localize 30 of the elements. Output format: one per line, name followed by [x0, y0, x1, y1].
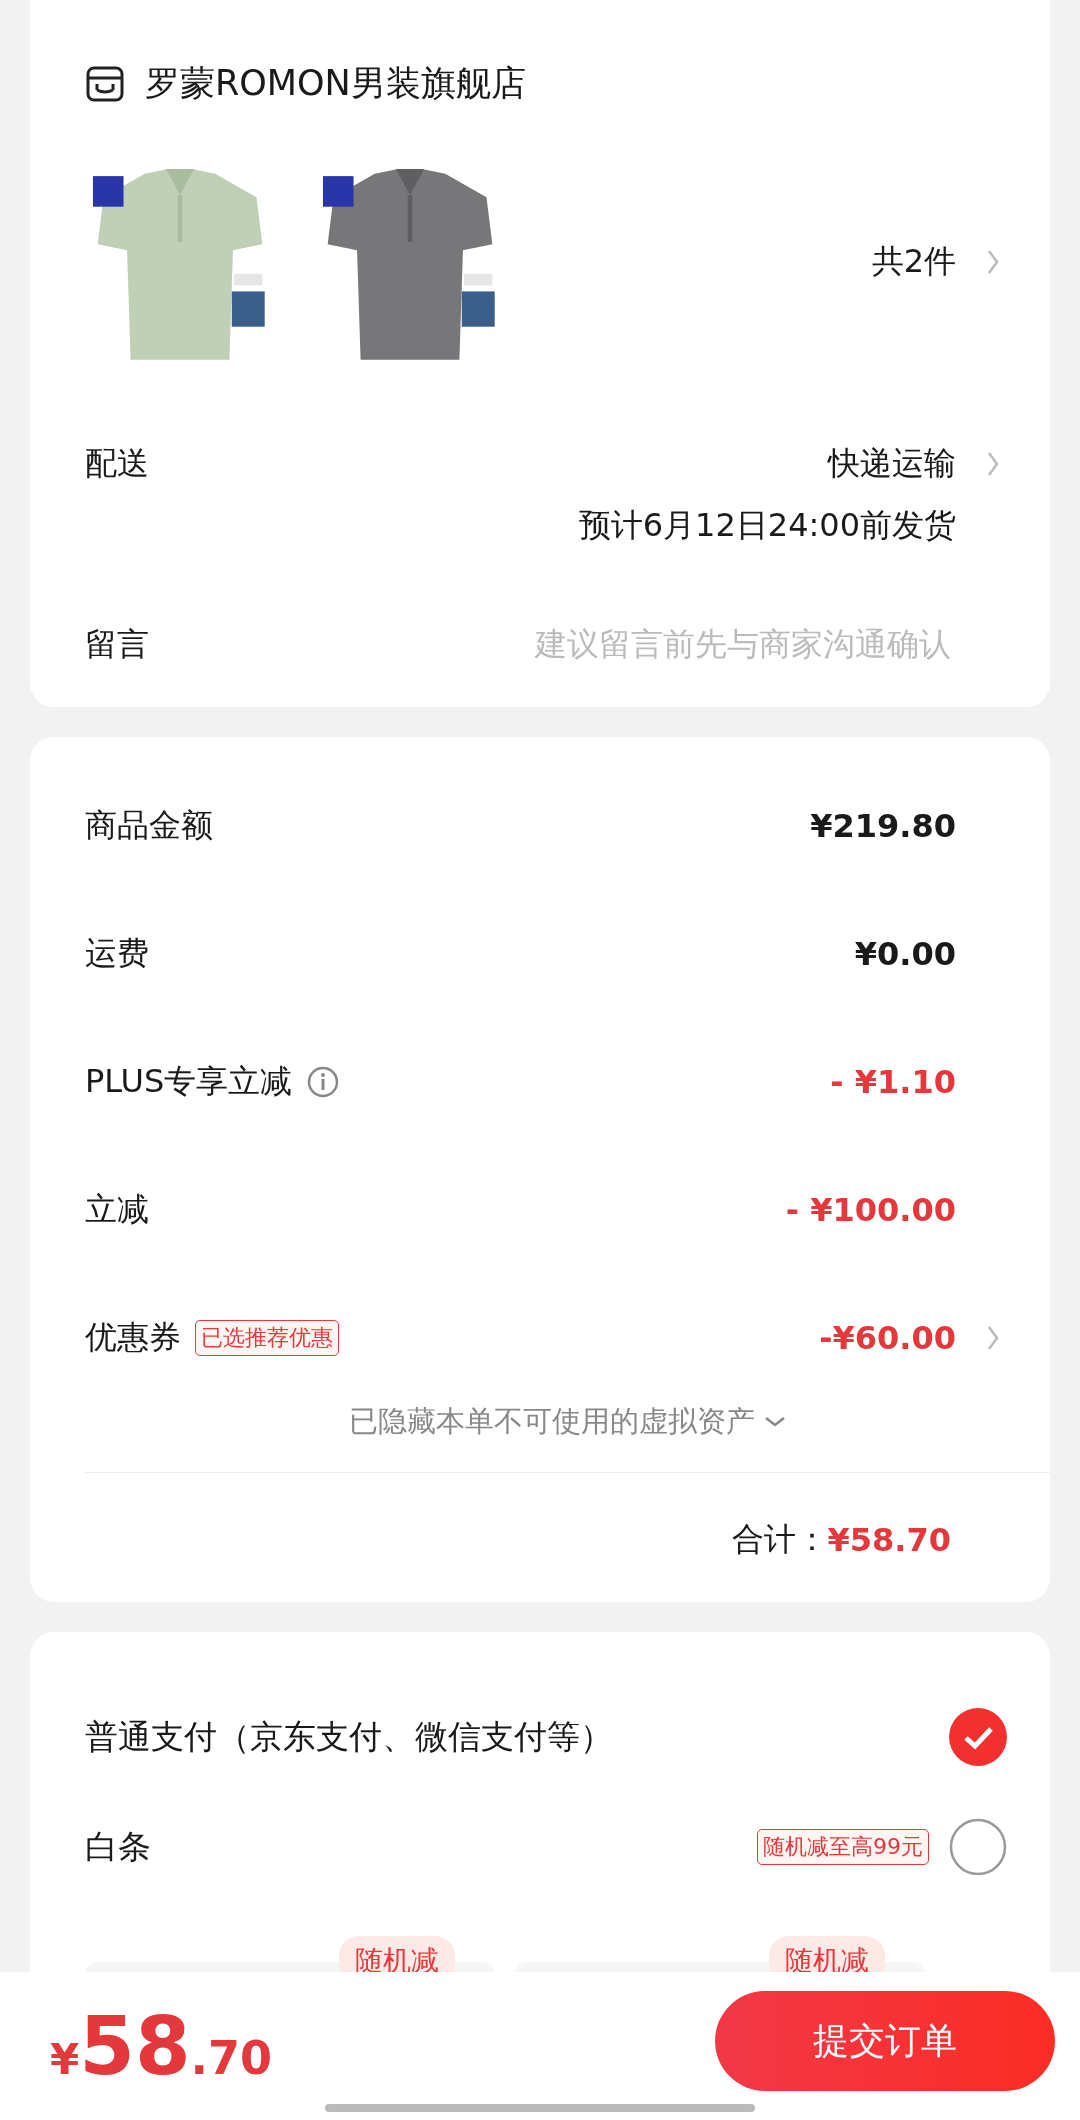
fee-amount: - ¥100.00	[785, 1191, 956, 1229]
promo-tag: 随机减至高99元	[757, 1829, 929, 1865]
hidden-assets-text[interactable]: 已隐藏本单不可使用的虚拟资产	[348, 1402, 755, 1442]
submit-order-button[interactable]: 提交订单	[715, 1991, 1055, 2091]
fee-amount: - ¥1.10	[830, 1063, 956, 1101]
coupon-tag: 已选推荐优惠	[195, 1320, 339, 1356]
store-name[interactable]: 罗蒙ROMON男装旗舰店	[145, 60, 526, 107]
payment-option[interactable]: 白条	[85, 1824, 151, 1870]
delivery-estimate: 预计6月12日24:00前发货	[578, 505, 956, 546]
delivery-method[interactable]: 快递运输	[828, 442, 956, 486]
fee-label: 运费	[85, 933, 149, 974]
delivery-label: 配送	[85, 443, 149, 484]
radio-icon[interactable]	[949, 1818, 1007, 1876]
item-count[interactable]: 共2件	[871, 240, 956, 284]
payment-option[interactable]: 普通支付（京东支付、微信支付等）	[85, 1714, 613, 1760]
fee-amount: -¥60.00	[819, 1319, 956, 1357]
fee-amount: ¥0.00	[854, 935, 956, 973]
chevron-icon	[986, 248, 1000, 276]
radio-checked-icon[interactable]	[949, 1708, 1007, 1766]
total-label: 合计：	[731, 1519, 828, 1560]
fee-label: 优惠券	[85, 1317, 181, 1358]
fee-label: 商品金额	[85, 805, 213, 846]
total-amount: ¥58.70	[827, 1521, 951, 1559]
fee-amount: ¥219.80	[810, 807, 956, 845]
fee-label: 立减	[85, 1189, 149, 1230]
total-price: ¥58.70	[50, 1999, 273, 2093]
info-icon[interactable]	[306, 1065, 341, 1099]
message-label: 留言	[85, 624, 149, 665]
chevron-icon	[986, 450, 1000, 478]
fee-label: PLUS专享立减	[85, 1061, 293, 1102]
